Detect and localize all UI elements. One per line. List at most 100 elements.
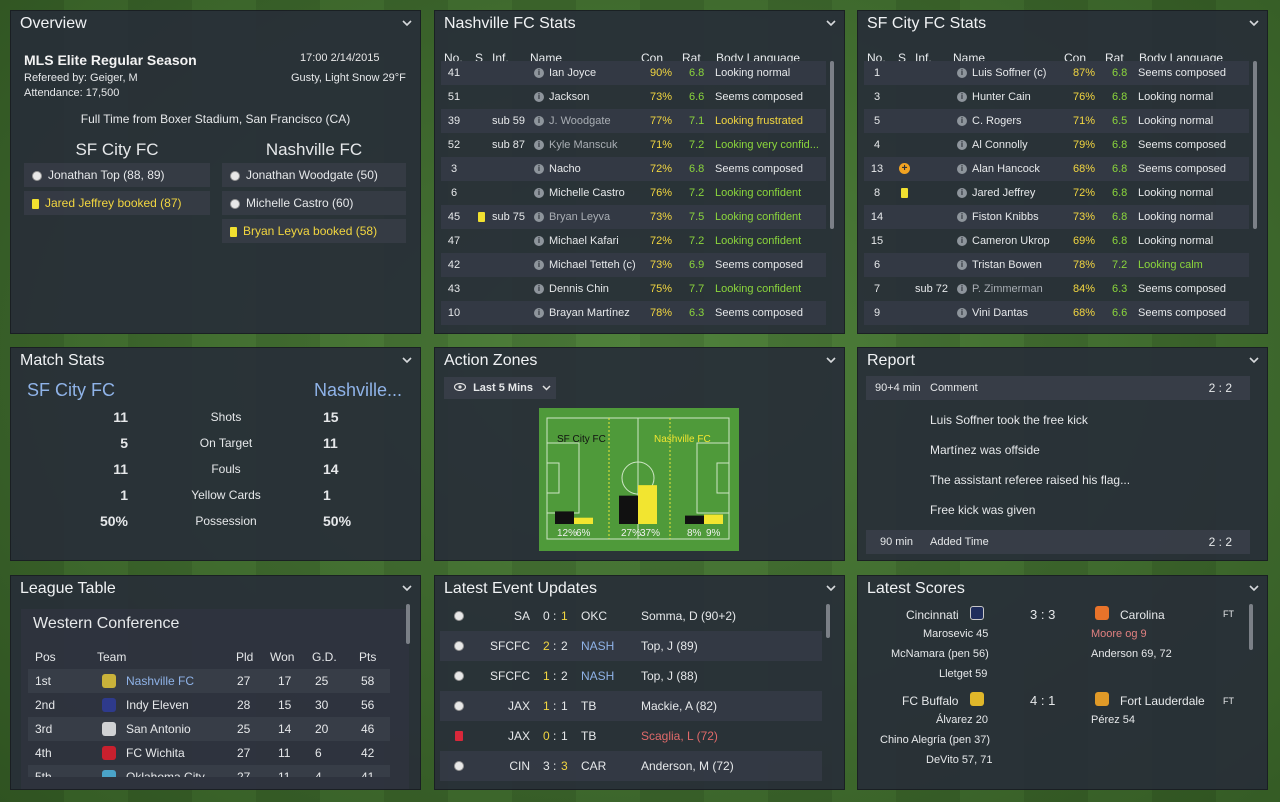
player-row[interactable]: 6 i Michelle Castro 76% 7.2 Looking confident [441, 181, 826, 205]
player-row[interactable]: 52 sub 87 i Kyle Manscuk 71% 7.2 Looking very … [441, 133, 826, 157]
player-name[interactable]: Nacho [549, 157, 581, 181]
column-header[interactable]: Team [97, 650, 126, 664]
info-icon[interactable]: i [957, 212, 967, 222]
player-name[interactable]: Jackson [549, 85, 589, 109]
player-name[interactable]: Luis Soffner (c) [972, 61, 1046, 85]
chevron-down-icon[interactable] [1249, 576, 1259, 592]
league-team-name[interactable]: Oklahoma City ... [126, 765, 218, 777]
player-name[interactable]: Hunter Cain [972, 85, 1031, 109]
league-team-name[interactable]: Indy Eleven [126, 693, 189, 717]
league-table-row[interactable]: 1st Nashville FC 27 17 25 58 [28, 669, 390, 693]
info-icon[interactable]: i [534, 188, 544, 198]
info-icon[interactable]: i [957, 92, 967, 102]
match-stats-home-team[interactable]: SF City FC [27, 380, 115, 401]
player-row[interactable]: 7 sub 72 i P. Zimmerman 84% 6.3 Seems composed [864, 277, 1249, 301]
league-table-row[interactable]: 4th FC Wichita 27 11 6 42 [28, 741, 390, 765]
event-row[interactable]: JAX 1:1 TB Mackie, A (82) [440, 691, 822, 721]
scrollbar[interactable] [1253, 61, 1257, 229]
player-row[interactable]: 14 i Fiston Knibbs 73% 6.8 Looking normal [864, 205, 1249, 229]
info-icon[interactable]: i [534, 164, 544, 174]
info-icon[interactable]: i [957, 164, 967, 174]
column-header[interactable]: Pld [236, 650, 253, 664]
scrollbar[interactable] [1249, 604, 1253, 650]
player-row[interactable]: 5 i C. Rogers 71% 6.5 Looking normal [864, 109, 1249, 133]
player-name[interactable]: Tristan Bowen [972, 253, 1042, 277]
player-row[interactable]: 9 i Vini Dantas 68% 6.6 Seems composed [864, 301, 1249, 325]
info-icon[interactable]: i [957, 308, 967, 318]
score-away-team[interactable]: Carolina [1120, 608, 1165, 622]
player-row[interactable]: 42 i Michael Tetteh (c) 73% 6.9 Seems compose… [441, 253, 826, 277]
player-row[interactable]: 15 i Cameron Ukrop 69% 6.8 Looking normal [864, 229, 1249, 253]
player-name[interactable]: Al Connolly [972, 133, 1028, 157]
league-table-row[interactable]: 3rd San Antonio 25 14 20 46 [28, 717, 390, 741]
player-name[interactable]: Vini Dantas [972, 301, 1028, 325]
player-name[interactable]: Bryan Leyva [549, 205, 610, 229]
info-icon[interactable]: i [957, 284, 967, 294]
column-header[interactable]: Pts [359, 650, 376, 664]
player-name[interactable]: Kyle Manscuk [549, 133, 617, 157]
event-player[interactable]: Scaglia, L (72) [641, 721, 718, 751]
event-player[interactable]: Somma, D (90+2) [641, 601, 736, 631]
player-name[interactable]: P. Zimmerman [972, 277, 1043, 301]
chevron-down-icon[interactable] [1249, 11, 1259, 27]
info-icon[interactable]: i [957, 188, 967, 198]
info-icon[interactable]: i [957, 140, 967, 150]
chevron-down-icon[interactable] [402, 348, 412, 364]
event-player[interactable]: Anderson, M (72) [641, 751, 734, 781]
info-icon[interactable]: i [534, 308, 544, 318]
player-row[interactable]: 10 i Brayan Martínez 78% 6.3 Seems composed [441, 301, 826, 325]
home-team-name[interactable]: SF City FC [17, 140, 217, 160]
column-header[interactable]: Won [270, 650, 294, 664]
info-icon[interactable]: i [534, 260, 544, 270]
player-row[interactable]: 39 sub 59 i J. Woodgate 77% 7.1 Looking frustr… [441, 109, 826, 133]
info-icon[interactable]: i [534, 92, 544, 102]
event-row[interactable]: JAX 0:1 TB Scaglia, L (72) [440, 721, 822, 751]
info-icon[interactable]: i [957, 260, 967, 270]
player-row[interactable]: 6 i Tristan Bowen 78% 7.2 Looking calm [864, 253, 1249, 277]
scrollbar[interactable] [830, 61, 834, 229]
league-table-row[interactable]: 2nd Indy Eleven 28 15 30 56 [28, 693, 390, 717]
player-row[interactable]: 41 i Ian Joyce 90% 6.8 Looking normal [441, 61, 826, 85]
league-team-name[interactable]: Nashville FC [126, 669, 194, 693]
player-name[interactable]: C. Rogers [972, 109, 1022, 133]
column-header[interactable]: G.D. [312, 650, 337, 664]
info-icon[interactable]: i [534, 236, 544, 246]
player-row[interactable]: 1 i Luis Soffner (c) 87% 6.8 Seems composed [864, 61, 1249, 85]
scrollbar[interactable] [826, 604, 830, 638]
league-table-row[interactable]: 5th Oklahoma City ... 27 11 4 41 [28, 765, 390, 777]
player-name[interactable]: Dennis Chin [549, 277, 609, 301]
player-row[interactable]: 8 i Jared Jeffrey 72% 6.8 Looking normal [864, 181, 1249, 205]
league-team-name[interactable]: San Antonio [126, 717, 191, 741]
chevron-down-icon[interactable] [402, 576, 412, 592]
column-header[interactable]: Pos [35, 650, 56, 664]
player-name[interactable]: Michelle Castro [549, 181, 625, 205]
player-row[interactable]: 45 sub 75 i Bryan Leyva 73% 7.5 Looking confid… [441, 205, 826, 229]
info-icon[interactable]: i [957, 68, 967, 78]
info-icon[interactable]: i [957, 236, 967, 246]
action-zones-filter[interactable]: Last 5 Mins [444, 377, 556, 399]
chevron-down-icon[interactable] [1249, 348, 1259, 364]
player-row[interactable]: 3 i Hunter Cain 76% 6.8 Looking normal [864, 85, 1249, 109]
score-home-team[interactable]: FC Buffalo [902, 694, 958, 708]
info-icon[interactable]: i [534, 140, 544, 150]
player-name[interactable]: Michael Tetteh (c) [549, 253, 636, 277]
player-name[interactable]: Cameron Ukrop [972, 229, 1050, 253]
away-team-name[interactable]: Nashville FC [214, 140, 414, 160]
player-name[interactable]: Brayan Martínez [549, 301, 630, 325]
chevron-down-icon[interactable] [826, 11, 836, 27]
player-row[interactable]: 4 i Al Connolly 79% 6.8 Seems composed [864, 133, 1249, 157]
event-row[interactable]: SFCFC 1:2 NASH Top, J (88) [440, 661, 822, 691]
player-row[interactable]: 47 i Michael Kafari 72% 7.2 Looking confident [441, 229, 826, 253]
player-name[interactable]: Jared Jeffrey [972, 181, 1035, 205]
info-icon[interactable]: i [957, 116, 967, 126]
player-row[interactable]: 43 i Dennis Chin 75% 7.7 Looking confident [441, 277, 826, 301]
info-icon[interactable]: i [534, 212, 544, 222]
score-away-team[interactable]: Fort Lauderdale [1120, 694, 1205, 708]
chevron-down-icon[interactable] [402, 11, 412, 27]
event-row[interactable]: CIN 3:3 CAR Anderson, M (72) [440, 751, 822, 781]
scrollbar[interactable] [406, 604, 410, 644]
chevron-down-icon[interactable] [826, 576, 836, 592]
player-row[interactable]: 13 + i Alan Hancock 68% 6.8 Seems composed [864, 157, 1249, 181]
score-home-team[interactable]: Cincinnati [906, 608, 959, 622]
player-row[interactable]: 3 i Nacho 72% 6.8 Seems composed [441, 157, 826, 181]
